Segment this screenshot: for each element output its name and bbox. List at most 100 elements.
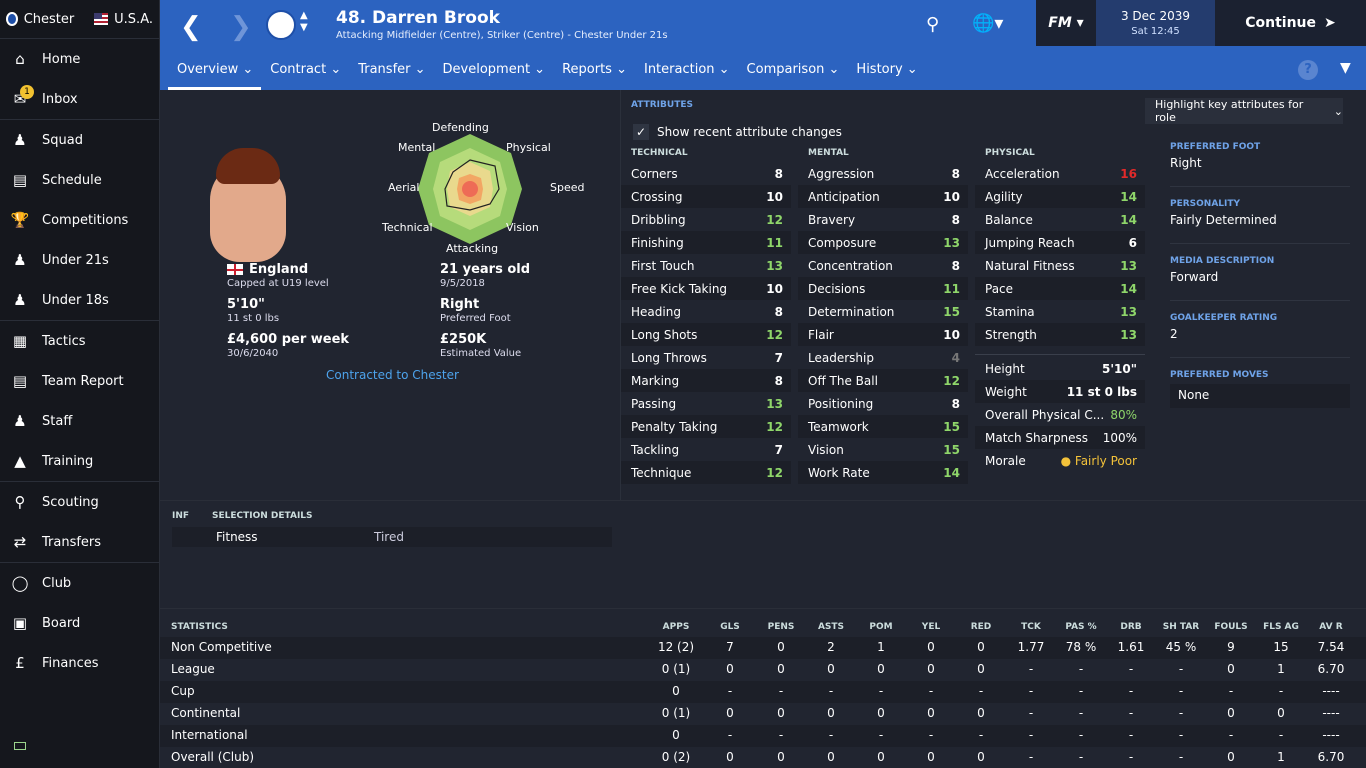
sidebar-item-under-21s[interactable]: ♟ Under 21s [0, 240, 159, 280]
stats-col-header[interactable]: TCK [1003, 622, 1059, 632]
home-icon: ⌂ [15, 50, 25, 68]
table-row[interactable]: League 0 (1) 0 0 0 0 0 0 - - - - 0 1 6.70 [160, 659, 1366, 681]
attribute-row[interactable]: Vision 15 [798, 438, 968, 461]
sidebar-item-under-18s[interactable]: ♟ Under 18s [0, 280, 159, 320]
stats-col-header[interactable]: RED [953, 622, 1009, 632]
fm-menu-button[interactable]: FM ▾ [1036, 0, 1096, 46]
sidebar-item-transfers[interactable]: ⇄ Transfers [0, 522, 159, 562]
sidebar-item-scouting[interactable]: ⚲ Scouting [0, 482, 159, 522]
table-row[interactable]: Continental 0 (1) 0 0 0 0 0 0- - - -0 0 ---- [160, 703, 1366, 725]
contracted-link[interactable]: Contracted to Chester [326, 368, 459, 382]
tab-history[interactable]: History ⌄ [847, 58, 925, 90]
chevron-down-icon[interactable]: ▼ [1340, 60, 1351, 76]
attribute-row[interactable]: Positioning 8 [798, 392, 968, 415]
sidebar-item-tactics[interactable]: ▦ Tactics [0, 321, 159, 361]
attribute-row[interactable]: Penalty Taking 12 [621, 415, 791, 438]
attribute-row[interactable]: Natural Fitness 13 [975, 254, 1145, 277]
attribute-row[interactable]: Finishing 11 [621, 231, 791, 254]
attribute-row[interactable]: Decisions 11 [798, 277, 968, 300]
attribute-row[interactable]: Composure 13 [798, 231, 968, 254]
tab-contract[interactable]: Contract ⌄ [261, 58, 349, 90]
attribute-row[interactable]: Free Kick Taking 10 [621, 277, 791, 300]
selection-row[interactable]: Fitness Tired [172, 527, 612, 547]
table-row[interactable]: Non Competitive 12 (2) 7 0 2 1 0 0 1.77 78 % 1.61 4… [160, 637, 1366, 659]
club-bar[interactable]: Chester U.S.A. [0, 0, 159, 38]
attribute-row[interactable]: First Touch 13 [621, 254, 791, 277]
stats-col-header[interactable]: DRB [1103, 622, 1159, 632]
sidebar-item-squad[interactable]: ♟ Squad [0, 120, 159, 160]
tab-transfer[interactable]: Transfer ⌄ [349, 58, 433, 90]
date-display[interactable]: 3 Dec 2039 Sat 12:45 [1096, 0, 1215, 46]
table-row[interactable]: International 0- - - - - - - - - - - - ---- [160, 725, 1366, 747]
tab-comparison[interactable]: Comparison ⌄ [738, 58, 848, 90]
table-row[interactable]: Overall (Club) 0 (2) 0 0 0 0 0 0 - - - - 0 1 6.70 [160, 747, 1366, 768]
sidebar-item-board[interactable]: ▣ Board [0, 603, 159, 643]
club-crest-icon[interactable] [266, 10, 296, 40]
attribute-row[interactable]: Aggression 8 [798, 162, 968, 185]
stats-col-header[interactable]: PENS [753, 622, 809, 632]
attribute-row[interactable]: Dribbling 12 [621, 208, 791, 231]
stats-col-header[interactable]: APPS [648, 622, 704, 632]
attribute-row[interactable]: Heading 8 [621, 300, 791, 323]
sidebar-item-finances[interactable]: £ Finances [0, 643, 159, 683]
player-up-down-icon[interactable]: ▲ ▼ [300, 10, 308, 34]
sidebar-item-training[interactable]: ▲ Training [0, 441, 159, 481]
stats-col-header[interactable]: AV R [1303, 622, 1359, 632]
sidebar-item-schedule[interactable]: ▤ Schedule [0, 160, 159, 200]
attribute-row[interactable]: Flair 10 [798, 323, 968, 346]
keyboard-icon[interactable] [14, 742, 26, 750]
attribute-row[interactable]: Bravery 8 [798, 208, 968, 231]
attribute-row[interactable]: Crossing 10 [621, 185, 791, 208]
back-arrow-icon[interactable]: ❮ [180, 12, 202, 42]
attribute-row[interactable]: Balance 14 [975, 208, 1145, 231]
attribute-row[interactable]: Strength 13 [975, 323, 1145, 346]
attribute-row[interactable]: Marking 8 [621, 369, 791, 392]
attribute-row[interactable]: Long Shots 12 [621, 323, 791, 346]
sidebar-item-club[interactable]: ◯ Club [0, 563, 159, 603]
attribute-row[interactable]: Jumping Reach 6 [975, 231, 1145, 254]
sidebar-item-team-report[interactable]: ▤ Team Report [0, 361, 159, 401]
tab-overview[interactable]: Overview ⌄ [168, 58, 262, 90]
attribute-row[interactable]: Corners 8 [621, 162, 791, 185]
attribute-row[interactable]: Teamwork 15 [798, 415, 968, 438]
attribute-row[interactable]: Concentration 8 [798, 254, 968, 277]
stats-col-header[interactable]: POM [853, 622, 909, 632]
stats-row-label: Cup [171, 684, 195, 698]
sidebar-item-staff[interactable]: ♟ Staff [0, 401, 159, 441]
stats-col-header[interactable]: FOULS [1203, 622, 1259, 632]
attribute-row[interactable]: Leadership 4 [798, 346, 968, 369]
tab-reports[interactable]: Reports ⌄ [553, 58, 635, 90]
highlight-attributes-dropdown[interactable]: Highlight key attributes for role ⌄ [1145, 98, 1343, 124]
attribute-row[interactable]: Pace 14 [975, 277, 1145, 300]
stats-col-header[interactable]: ASTS [803, 622, 859, 632]
attribute-row[interactable]: Passing 13 [621, 392, 791, 415]
attribute-row[interactable]: Stamina 13 [975, 300, 1145, 323]
attribute-row[interactable]: Tackling 7 [621, 438, 791, 461]
forward-arrow-icon[interactable]: ❯ [230, 12, 252, 42]
attribute-row[interactable]: Determination 15 [798, 300, 968, 323]
attribute-row[interactable]: Long Throws 7 [621, 346, 791, 369]
attribute-row[interactable]: Technique 12 [621, 461, 791, 484]
stats-col-header[interactable]: YEL [903, 622, 959, 632]
stats-col-header[interactable]: GLS [702, 622, 758, 632]
sidebar-item-competitions[interactable]: 🏆 Competitions [0, 200, 159, 240]
sidebar-item-home[interactable]: ⌂ Home [0, 39, 159, 79]
stats-col-header[interactable]: PAS % [1053, 622, 1109, 632]
continue-button[interactable]: Continue ➤ [1215, 0, 1366, 46]
attribute-row[interactable]: Off The Ball 12 [798, 369, 968, 392]
attribute-row[interactable]: Acceleration 16 [975, 162, 1145, 185]
stats-col-header[interactable]: SH TAR [1153, 622, 1209, 632]
table-row[interactable]: Cup 0- - - - - - - - - - - - ---- [160, 681, 1366, 703]
attribute-row[interactable]: Agility 14 [975, 185, 1145, 208]
search-icon[interactable]: ⚲ [926, 14, 939, 35]
attribute-row[interactable]: Work Rate 14 [798, 461, 968, 484]
tab-interaction[interactable]: Interaction ⌄ [635, 58, 738, 90]
tab-development[interactable]: Development ⌄ [434, 58, 554, 90]
globe-icon[interactable]: 🌐▾ [972, 13, 1003, 34]
attribute-row[interactable]: Anticipation 10 [798, 185, 968, 208]
help-icon[interactable]: ? [1298, 60, 1318, 80]
show-changes-checkbox[interactable]: ✓ Show recent attribute changes [633, 124, 842, 140]
attribute-value: 8 [774, 304, 783, 319]
sidebar-item-inbox[interactable]: ✉ Inbox 1 [0, 79, 159, 119]
stats-col-header[interactable]: FLS AG [1253, 622, 1309, 632]
